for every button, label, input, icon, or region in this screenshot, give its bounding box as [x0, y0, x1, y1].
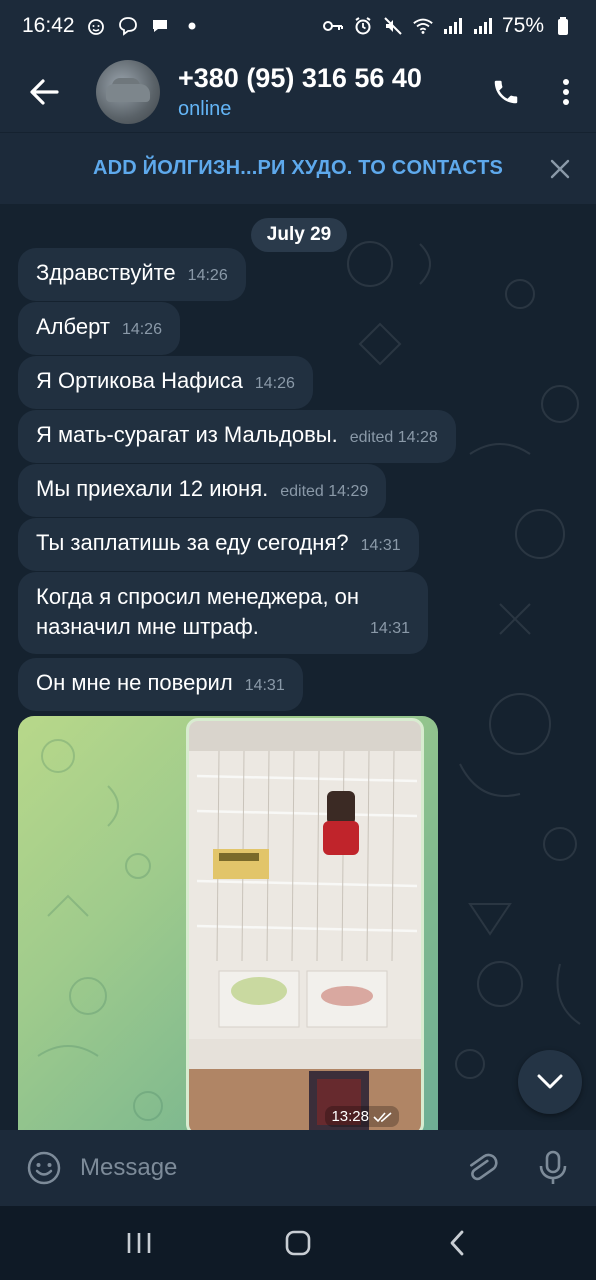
contact-status: online	[178, 98, 232, 120]
back-button[interactable]	[14, 62, 74, 122]
emoji-icon	[27, 1151, 61, 1185]
recent-apps-button[interactable]	[109, 1213, 169, 1273]
alarm-icon	[352, 16, 374, 36]
viber-icon	[117, 16, 139, 36]
home-button[interactable]	[268, 1213, 328, 1273]
attach-button[interactable]	[456, 1143, 506, 1193]
recent-apps-icon	[128, 1233, 151, 1253]
header-actions	[476, 62, 596, 122]
battery-icon	[552, 16, 574, 36]
message-time: 14:31	[244, 677, 285, 694]
status-bar: 16:42 75%	[0, 0, 596, 52]
chat-area[interactable]: July 29 Здравствуйте 14:26 Алберт 14:26 Я …	[0, 204, 596, 1130]
battery-percent: 75%	[501, 14, 544, 37]
arrow-left-icon	[30, 79, 59, 105]
photo-background-doodles	[37, 739, 163, 1121]
message-bubble[interactable]: Алберт 14:26	[18, 302, 180, 355]
wifi-icon	[412, 16, 434, 36]
phone-icon	[494, 80, 518, 104]
photo-message[interactable]: 13:28	[18, 716, 438, 1130]
message-bubble[interactable]: Когда я спросил менеджера, он назначил м…	[18, 572, 428, 654]
message-text: Он мне не поверил	[36, 670, 233, 695]
fridge-image	[189, 721, 421, 1130]
avatar[interactable]	[96, 60, 160, 124]
avatar-car-body	[106, 84, 150, 102]
message-text: Я мать-сурагат из Мальдовы.	[36, 422, 338, 447]
key-icon	[322, 16, 344, 36]
status-left: 16:42	[22, 14, 203, 38]
microphone-icon	[539, 1150, 567, 1184]
fridge-photo[interactable]: 13:28	[186, 718, 424, 1130]
message-text: Мы приехали 12 июня.	[36, 476, 269, 501]
more-options-button[interactable]	[536, 62, 596, 122]
dot-icon	[181, 16, 203, 36]
contact-info[interactable]: +380 (95) 316 56 40 online	[178, 63, 422, 121]
message-bubble[interactable]: Я мать-сурагат из Мальдовы. edited 14:28	[18, 410, 456, 463]
message-text: Я Ортикова Нафиса	[36, 368, 243, 393]
message-text: Ты заплатишь за еду сегодня?	[36, 530, 349, 555]
status-right: 75%	[322, 14, 574, 38]
home-icon	[285, 1230, 311, 1256]
message-time: edited 14:28	[349, 429, 438, 446]
message-text: Когда я спросил менеджера, он назначил м…	[36, 584, 360, 639]
photo-meta: 13:28	[325, 1106, 399, 1127]
double-check-icon	[373, 1111, 392, 1122]
add-contact-text[interactable]: ADD ЙОЛГИЗН...РИ ХУДО. TO CONTACTS	[93, 157, 503, 180]
message-bubble[interactable]: Я Ортикова Нафиса 14:26	[18, 356, 313, 409]
message-time: edited 14:29	[280, 483, 369, 500]
message-time: 14:26	[254, 375, 295, 392]
scroll-down-button[interactable]	[518, 1050, 582, 1114]
nav-back-button[interactable]	[427, 1213, 487, 1273]
message-time: 14:31	[369, 620, 410, 637]
system-nav-bar	[0, 1206, 596, 1280]
emoji-notification-icon	[85, 16, 107, 36]
message-bubble[interactable]: Здравствуйте 14:26	[18, 248, 246, 301]
signal-icon	[472, 16, 494, 36]
message-text: Алберт	[36, 314, 110, 339]
message-bubble[interactable]: Мы приехали 12 июня. edited 14:29	[18, 464, 387, 517]
contact-name: +380 (95) 316 56 40	[178, 63, 422, 93]
chat-bubble-icon	[149, 16, 171, 36]
message-time: 14:26	[121, 321, 162, 338]
paperclip-icon	[470, 1153, 498, 1181]
more-vertical-icon	[563, 79, 569, 105]
close-icon	[550, 159, 570, 179]
message-input[interactable]	[80, 1143, 450, 1193]
photo-time: 13:28	[331, 1108, 369, 1125]
mic-button[interactable]	[528, 1143, 578, 1193]
banner-close-button[interactable]	[542, 151, 578, 187]
message-input-bar	[0, 1130, 596, 1206]
signal-icon	[442, 16, 464, 36]
status-time: 16:42	[22, 14, 75, 37]
emoji-button[interactable]	[20, 1144, 68, 1192]
call-button[interactable]	[476, 62, 536, 122]
message-time: 14:31	[360, 537, 401, 554]
add-contact-banner[interactable]: ADD ЙОЛГИЗН...РИ ХУДО. TO CONTACTS	[0, 132, 596, 204]
message-bubble[interactable]: Ты заплатишь за еду сегодня? 14:31	[18, 518, 419, 571]
chevron-down-icon	[537, 1074, 563, 1089]
chevron-left-icon	[450, 1230, 464, 1256]
mute-icon	[382, 16, 404, 36]
message-text: Здравствуйте	[36, 260, 176, 285]
date-separator: July 29	[251, 218, 347, 252]
chat-header: +380 (95) 316 56 40 online	[0, 52, 596, 132]
message-time: 14:26	[187, 267, 228, 284]
message-bubble[interactable]: Он мне не поверил 14:31	[18, 658, 303, 711]
